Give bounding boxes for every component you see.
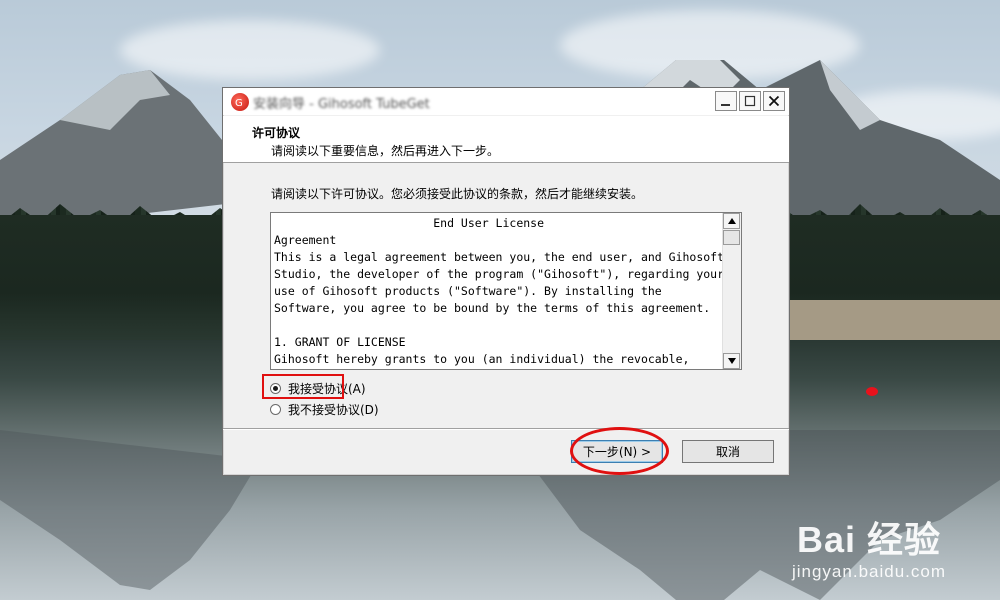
minimize-icon: [721, 104, 730, 106]
gihosoft-app-icon: G: [231, 93, 249, 111]
scroll-up-button[interactable]: [723, 213, 740, 229]
close-button[interactable]: [763, 91, 785, 111]
red-dot-marker: [866, 387, 878, 396]
svg-text:G: G: [235, 98, 243, 108]
maximize-button[interactable]: [739, 91, 761, 111]
page-subtitle: 请阅读以下重要信息，然后再进入下一步。: [271, 144, 500, 158]
window-title: 安装向导 - Gihosoft TubeGet: [253, 97, 430, 112]
decline-radio-option[interactable]: 我不接受协议(D): [270, 400, 379, 418]
accept-radio[interactable]: [270, 382, 281, 394]
maximize-icon: [744, 95, 756, 107]
license-scrollbar[interactable]: [722, 213, 741, 369]
decline-radio[interactable]: [270, 403, 281, 415]
footer-divider: [223, 428, 789, 430]
arrow-up-icon: [728, 218, 736, 224]
license-text: End User License Agreement This is a leg…: [274, 216, 725, 366]
installer-dialog: G 安装向导 - Gihosoft TubeGet 许可协议 请阅读以下重要信息…: [222, 87, 790, 476]
cancel-button[interactable]: 取消: [682, 440, 774, 463]
scroll-down-button[interactable]: [723, 353, 740, 369]
title-bar[interactable]: G 安装向导 - Gihosoft TubeGet: [223, 88, 789, 115]
accept-label: 我接受协议(A): [288, 381, 366, 396]
shore: [780, 300, 1000, 340]
arrow-down-icon: [728, 358, 736, 364]
watermark-logo: Bai 经验: [796, 519, 941, 560]
license-text-area[interactable]: End User License Agreement This is a leg…: [270, 212, 742, 370]
accept-radio-option[interactable]: 我接受协议(A): [270, 379, 366, 397]
next-button[interactable]: 下一步(N) >: [571, 440, 663, 463]
scroll-thumb[interactable]: [723, 230, 740, 245]
decline-label: 我不接受协议(D): [288, 402, 379, 417]
minimize-button[interactable]: [715, 91, 737, 111]
page-title: 许可协议: [252, 126, 301, 140]
license-intro-text: 请阅读以下许可协议。您必须接受此协议的条款，然后才能继续安装。: [271, 187, 644, 201]
watermark-url: jingyan.baidu.com: [791, 562, 946, 581]
close-icon: [768, 95, 780, 107]
baidu-watermark: Bai 经验 jingyan.baidu.com: [792, 520, 946, 582]
page-header: 许可协议 请阅读以下重要信息，然后再进入下一步。: [223, 116, 789, 163]
